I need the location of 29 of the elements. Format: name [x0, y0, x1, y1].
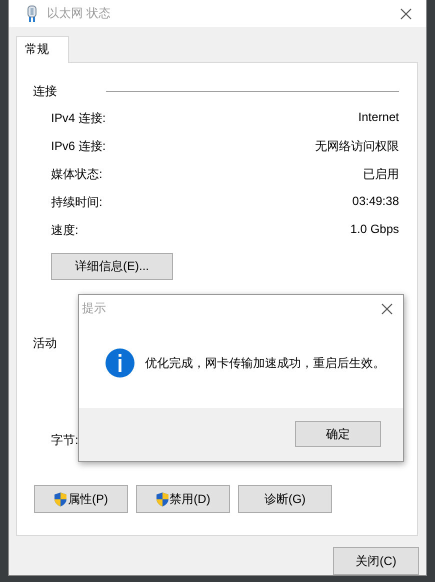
group-heading: 连接 — [33, 83, 57, 100]
action-button[interactable]: 属性(P) — [34, 485, 128, 513]
field-value: 1.0 Gbps — [350, 222, 399, 238]
action-button[interactable]: 诊断(G) — [238, 485, 332, 513]
group-heading: 活动 — [33, 335, 58, 352]
field-value: 已启用 — [363, 166, 399, 183]
field-value: 无网络访问权限 — [315, 138, 399, 155]
tab[interactable]: 常规 — [16, 36, 69, 63]
field-value: 03:49:38 — [352, 194, 399, 210]
dialog-message: 优化完成，网卡传输加速成功，重启后生效。 — [145, 354, 385, 372]
field-value: Internet — [358, 110, 399, 126]
network-adapter-icon — [27, 4, 37, 22]
details-button[interactable]: 详细信息(E)... — [51, 253, 173, 280]
bytes-label: 字节: — [51, 432, 78, 449]
close-button[interactable]: 关闭(C) — [333, 547, 419, 575]
field-label: IPv6 连接: — [51, 138, 106, 155]
ok-button[interactable]: 确定 — [295, 421, 381, 447]
action-button[interactable]: 禁用(D) — [136, 485, 230, 513]
close-icon[interactable] — [400, 8, 412, 20]
shield-icon — [156, 492, 169, 506]
shield-icon — [54, 492, 67, 506]
dialog-title: 提示 — [82, 300, 106, 317]
window-title: 以太网 状态 — [47, 5, 112, 22]
close-icon[interactable] — [381, 302, 393, 314]
field-label: 持续时间: — [51, 194, 102, 211]
info-icon — [105, 348, 135, 378]
field-label: 媒体状态: — [51, 166, 102, 183]
field-label: IPv4 连接: — [51, 110, 106, 127]
field-label: 速度: — [51, 222, 78, 239]
